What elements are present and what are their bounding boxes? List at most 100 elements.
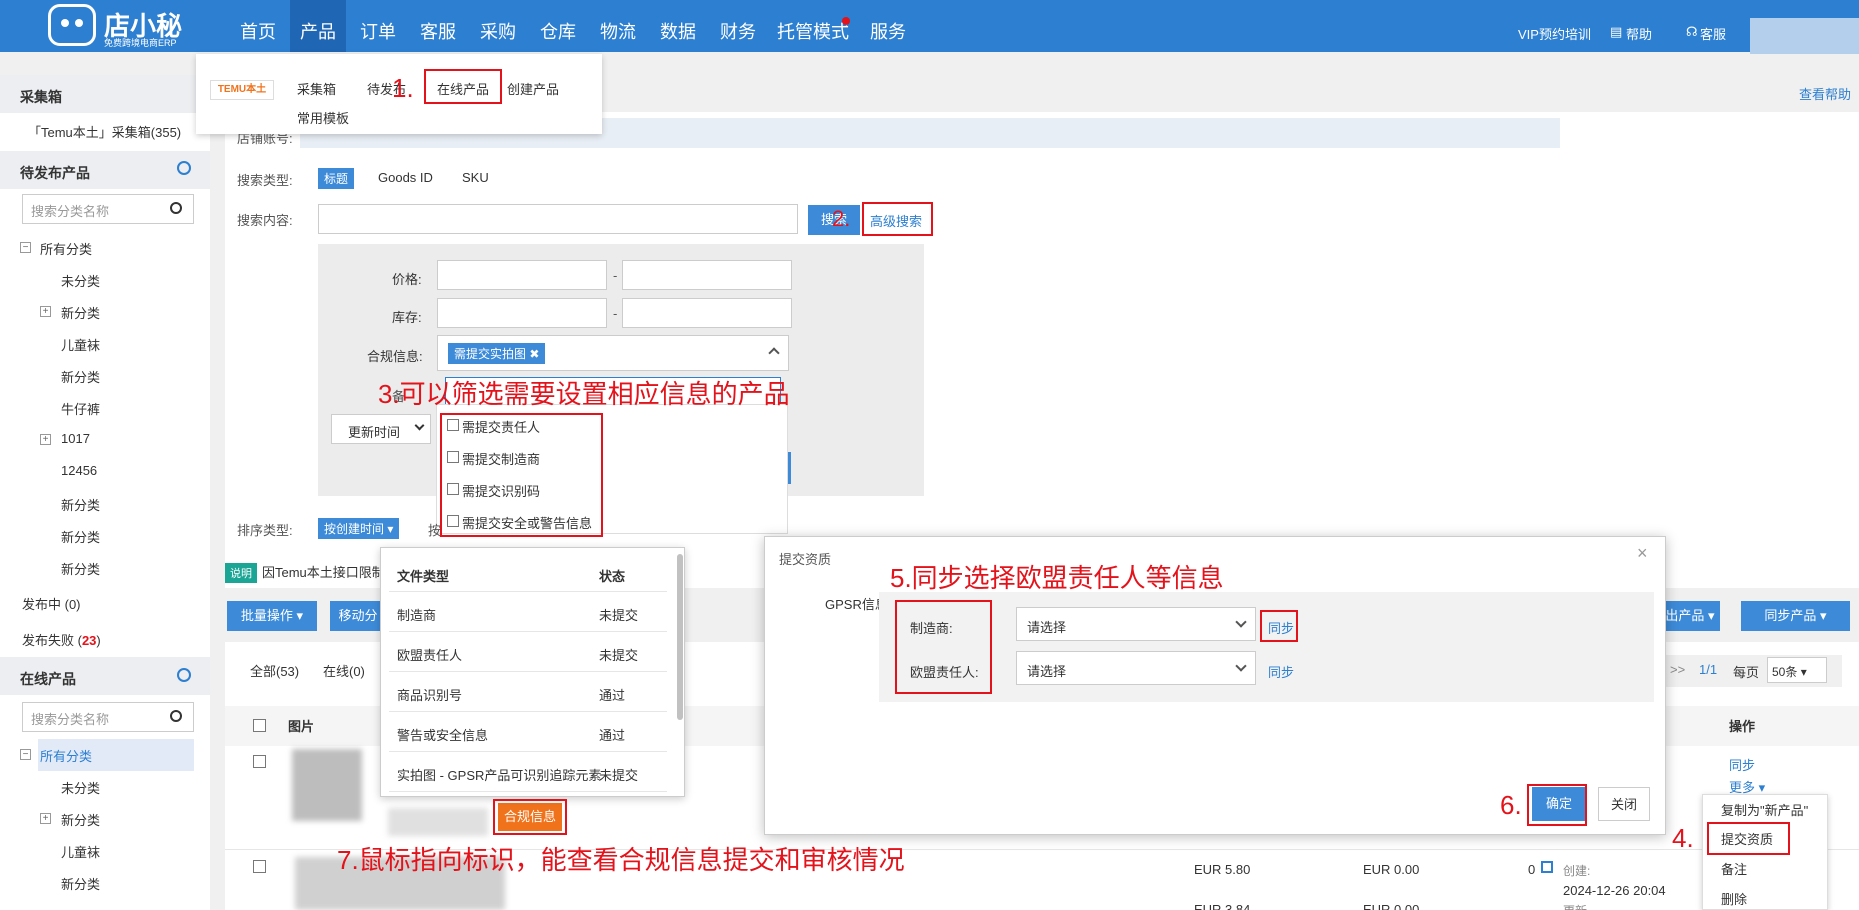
price-min-input[interactable] <box>437 260 607 290</box>
search-type-title[interactable]: 标题 <box>318 168 355 189</box>
nav-finance[interactable]: 财务 <box>710 0 766 52</box>
stock-max-input[interactable] <box>622 298 792 328</box>
tree-collapse-icon[interactable]: − <box>20 749 31 760</box>
menu-copy-as-new[interactable]: 复制为"新产品" <box>1721 800 1808 819</box>
tree-item[interactable]: 儿童袜 <box>61 335 100 354</box>
time-type-select[interactable]: 更新时间 <box>331 414 431 444</box>
tree-item[interactable]: 未分类 <box>61 271 100 290</box>
tree-expand-icon[interactable]: + <box>40 434 51 445</box>
popup-file-type: 警告或安全信息 <box>397 728 489 743</box>
product-thumbnail[interactable] <box>292 749 362 821</box>
view-help-link[interactable]: 查看帮助 <box>1799 84 1851 103</box>
headset-icon[interactable]: ☊ <box>1686 24 1698 40</box>
tree-item[interactable]: 1017 <box>61 431 90 446</box>
tree-collapse-icon[interactable]: − <box>20 242 31 253</box>
popup-file-type: 商品识别号 <box>397 688 463 703</box>
eu-rep-select[interactable]: 请选择 <box>1016 651 1256 685</box>
tree-item[interactable]: 牛仔裤 <box>61 399 100 418</box>
edit-icon[interactable] <box>1541 861 1553 873</box>
nav-services[interactable]: 服务 <box>860 0 916 52</box>
nav-data[interactable]: 数据 <box>650 0 706 52</box>
select-all-checkbox[interactable] <box>253 719 266 732</box>
search-content-input[interactable] <box>318 204 798 234</box>
nav-customer-service[interactable]: 客服 <box>410 0 466 52</box>
tree-item[interactable]: 12456 <box>61 463 97 478</box>
tab-online[interactable]: 在线(0) <box>323 661 365 680</box>
popup-status: 通过 <box>599 728 626 743</box>
close-icon[interactable]: × <box>1637 543 1648 564</box>
gear-icon[interactable] <box>177 668 191 682</box>
batch-ops-button[interactable]: 批量操作 ▾ <box>227 601 317 631</box>
compliance-selected-tag[interactable]: 需提交实拍图 ✖ <box>448 343 546 364</box>
category-search-input[interactable]: 搜索分类名称 <box>22 702 194 732</box>
tree-item[interactable]: 儿童袜 <box>61 842 100 861</box>
stock-min-input[interactable] <box>437 298 607 328</box>
nav-orders[interactable]: 订单 <box>350 0 406 52</box>
tree-item[interactable]: 新分类 <box>61 303 100 322</box>
row-checkbox[interactable] <box>253 860 266 873</box>
per-page-select[interactable]: 50条 ▾ <box>1767 657 1827 683</box>
tree-item[interactable]: 新分类 <box>61 527 100 546</box>
close-button[interactable]: 关闭 <box>1598 787 1650 821</box>
price-max-input[interactable] <box>622 260 792 290</box>
tree-item[interactable]: 未分类 <box>61 778 100 797</box>
robot-logo-icon <box>48 4 96 46</box>
tree-item[interactable]: 新分类 <box>61 874 100 893</box>
tab-all[interactable]: 全部(53) <box>250 661 299 680</box>
popup-file-type: 制造商 <box>397 608 437 623</box>
popup-row: 实拍图 - GPSR产品可识别追踪元素 未提交 <box>389 752 667 792</box>
annotation-3: 3.可以筛选需要设置相应信息的产品 <box>378 379 790 409</box>
nav-product[interactable]: 产品 <box>290 0 346 52</box>
pager-next[interactable]: >> <box>1670 662 1685 677</box>
category-search-input[interactable]: 搜索分类名称 <box>22 194 194 224</box>
sidebar-publishing[interactable]: 发布中 (0) <box>22 594 81 613</box>
updated-label: 更新 <box>1563 902 1587 910</box>
sync-products-button[interactable]: 同步产品 ▾ <box>1741 601 1850 631</box>
search-type-sku[interactable]: SKU <box>462 170 489 185</box>
nav-hosted-mode[interactable]: 托管模式 <box>770 0 856 52</box>
pager-page[interactable]: 1/1 <box>1699 662 1717 677</box>
move-category-button[interactable]: 移动分 <box>330 601 386 631</box>
tree-item[interactable]: 所有分类 <box>40 239 92 258</box>
tree-item[interactable]: 新分类 <box>61 367 100 386</box>
sort-created-time[interactable]: 按创建时间 ▾ <box>318 518 400 539</box>
row-price-2: EUR 0.00 <box>1363 862 1420 877</box>
tree-item[interactable]: 新分类 <box>61 495 100 514</box>
nav-warehouse[interactable]: 仓库 <box>530 0 586 52</box>
search-icon[interactable] <box>170 202 182 214</box>
help-icon[interactable]: ▤ <box>1610 24 1622 40</box>
help-link[interactable]: 帮助 <box>1626 24 1652 43</box>
publish-failed-end: ) <box>96 633 101 648</box>
user-account-area[interactable] <box>1750 18 1859 54</box>
eu-rep-sync-link[interactable]: 同步 <box>1268 662 1294 681</box>
manufacturer-select[interactable]: 请选择 <box>1016 607 1256 641</box>
eu-rep-select-value: 请选择 <box>1027 664 1067 679</box>
annotation-4: 4. <box>1672 823 1694 853</box>
menu-create-product[interactable]: 创建产品 <box>507 79 559 98</box>
nav-purchase[interactable]: 采购 <box>470 0 526 52</box>
tree-item[interactable]: 新分类 <box>61 559 100 578</box>
search-type-goods-id[interactable]: Goods ID <box>378 170 433 185</box>
sidebar-publish-failed[interactable]: 发布失败 (23) <box>22 630 101 649</box>
tree-expand-icon[interactable]: + <box>40 306 51 317</box>
nav-logistics[interactable]: 物流 <box>590 0 646 52</box>
gear-icon[interactable] <box>177 161 191 175</box>
sidebar-collect-item[interactable]: 「Temu本土」采集箱(355) <box>28 122 181 141</box>
tree-expand-icon[interactable]: + <box>40 813 51 824</box>
menu-collect-box[interactable]: 采集箱 <box>297 79 336 98</box>
tree-item[interactable]: 新分类 <box>61 810 100 829</box>
annotation-box-options <box>440 413 603 537</box>
close-icon[interactable]: ✖ <box>529 347 539 361</box>
tree-item-selected[interactable]: 所有分类 <box>40 746 92 765</box>
row-checkbox[interactable] <box>253 755 266 768</box>
menu-delete[interactable]: 删除 <box>1721 889 1747 908</box>
service-link[interactable]: 客服 <box>1700 24 1726 43</box>
row-sync-link[interactable]: 同步 <box>1729 755 1755 774</box>
popup-scrollbar[interactable] <box>677 554 683 720</box>
menu-templates[interactable]: 常用模板 <box>297 108 349 127</box>
search-icon[interactable] <box>170 710 182 722</box>
export-products-button[interactable]: 出产品 ▾ <box>1660 601 1720 631</box>
nav-home[interactable]: 首页 <box>232 0 284 52</box>
menu-remark[interactable]: 备注 <box>1721 859 1747 878</box>
vip-training-link[interactable]: VIP预约培训 <box>1518 24 1591 43</box>
